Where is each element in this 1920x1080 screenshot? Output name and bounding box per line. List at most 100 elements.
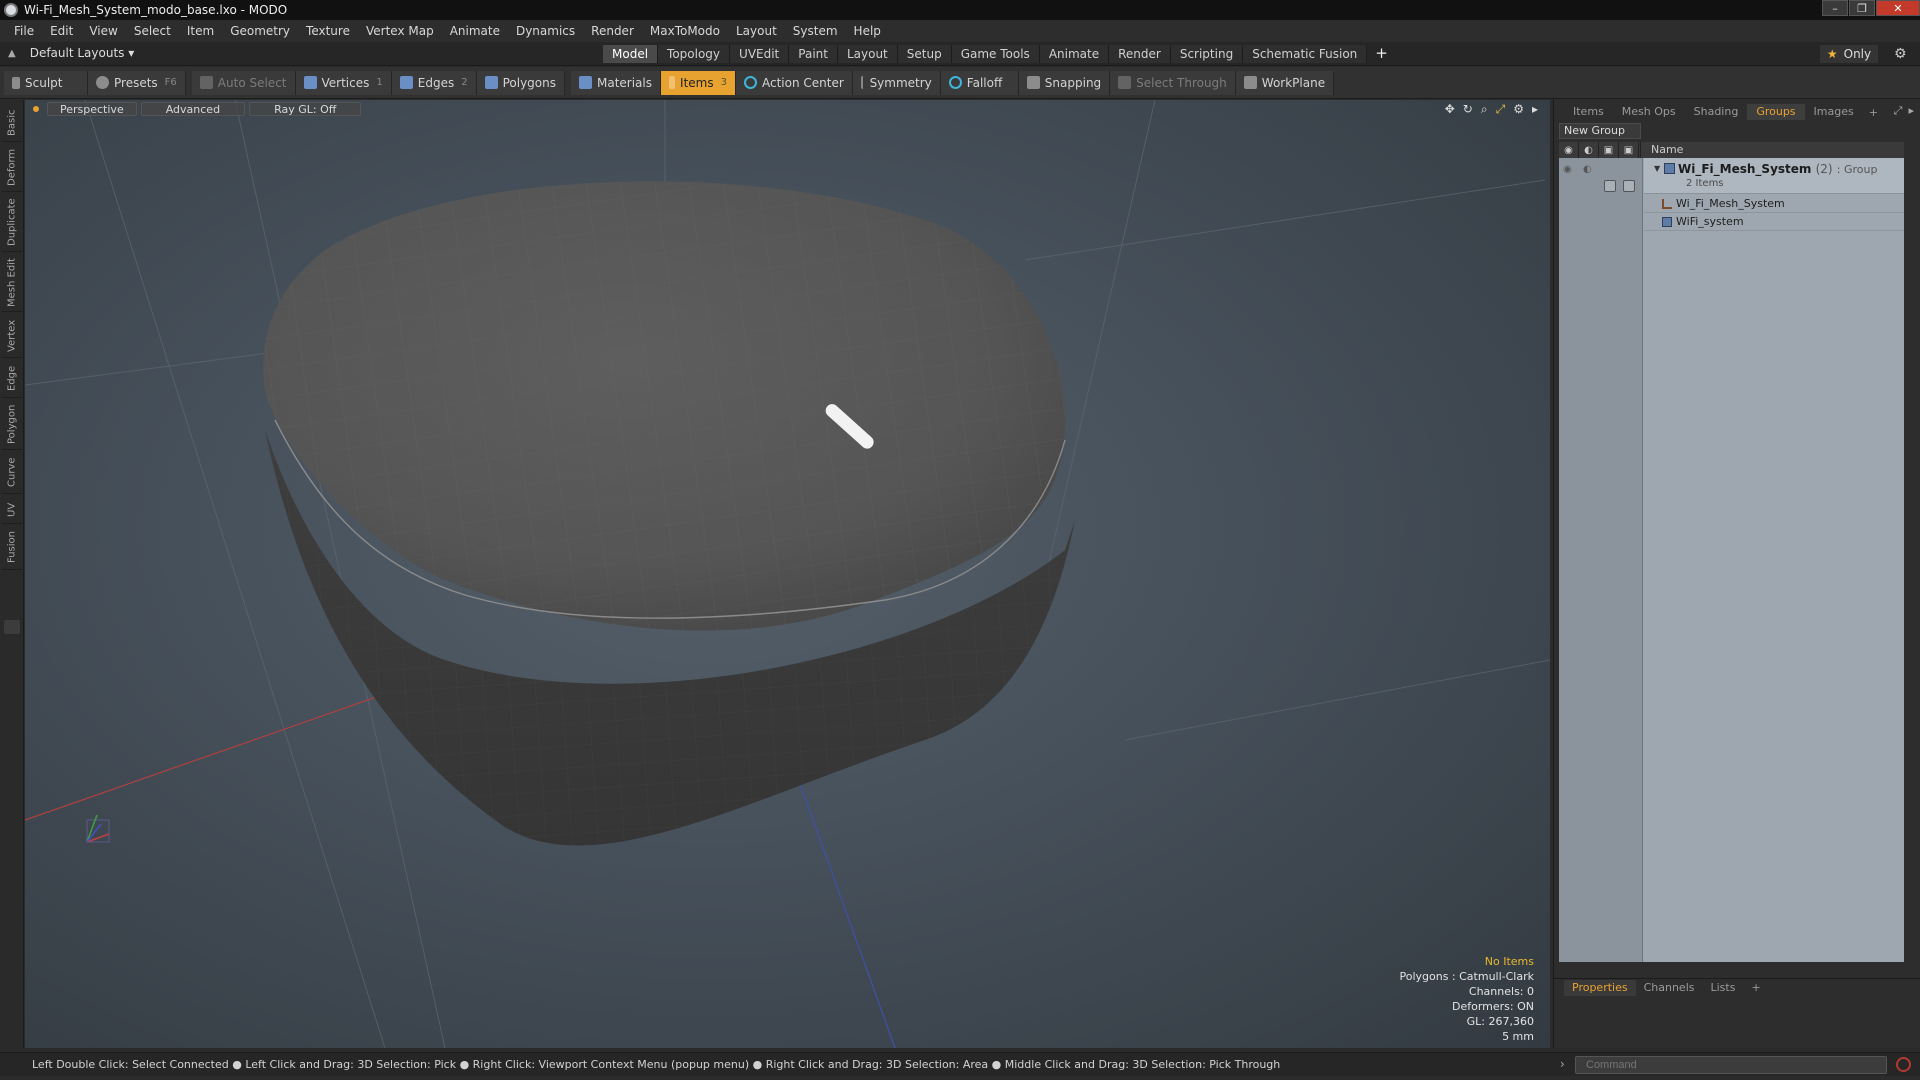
- maximize-button[interactable]: ❐: [1849, 0, 1875, 16]
- polygons-button[interactable]: Polygons: [476, 70, 565, 95]
- vtab-uv[interactable]: UV: [2, 496, 22, 524]
- menu-layout[interactable]: Layout: [728, 24, 785, 38]
- tab-items[interactable]: Items: [1564, 104, 1613, 120]
- tab-game-tools[interactable]: Game Tools: [951, 45, 1040, 63]
- menu-select[interactable]: Select: [126, 24, 179, 38]
- new-group-button[interactable]: New Group: [1559, 123, 1641, 139]
- name-column-header[interactable]: Name: [1640, 142, 1683, 158]
- gl-info: GL: 267,360: [1466, 1015, 1534, 1028]
- stop-command-icon[interactable]: [1896, 1057, 1911, 1072]
- tab-lists[interactable]: Lists: [1703, 980, 1744, 996]
- eye-column-icon[interactable]: ◉: [1559, 142, 1579, 158]
- viewport-expand-icon[interactable]: ▸: [1532, 102, 1538, 117]
- menu-help[interactable]: Help: [846, 24, 889, 38]
- select-through-button[interactable]: Select Through: [1110, 70, 1236, 95]
- render-toggle-icon[interactable]: ◐: [1583, 164, 1592, 175]
- group-row[interactable]: ▼ Wi_Fi_Mesh_System (2) : Group 2 Items: [1644, 158, 1904, 194]
- only-button[interactable]: ★ Only: [1820, 45, 1878, 63]
- tab-setup[interactable]: Setup: [897, 45, 952, 63]
- tab-groups[interactable]: Groups: [1747, 104, 1805, 120]
- vtab-polygon[interactable]: Polygon: [2, 400, 22, 450]
- auto-select-button[interactable]: Auto Select: [191, 70, 296, 95]
- tab-scripting[interactable]: Scripting: [1170, 45, 1244, 63]
- close-button[interactable]: ✕: [1876, 0, 1920, 16]
- tab-topology[interactable]: Topology: [658, 45, 731, 63]
- viewport-menu-dot-icon[interactable]: [33, 106, 39, 112]
- vtab-mesh-edit[interactable]: Mesh Edit: [2, 254, 22, 312]
- command-arrow-icon[interactable]: ›: [1560, 1057, 1565, 1071]
- zoom-view-icon[interactable]: ⌕: [1481, 102, 1488, 117]
- command-input[interactable]: [1575, 1056, 1887, 1074]
- viewport-settings-icon[interactable]: ⚙: [1513, 102, 1524, 117]
- strip-toggle-button[interactable]: [4, 620, 20, 634]
- menu-dynamics[interactable]: Dynamics: [508, 24, 583, 38]
- gear-icon[interactable]: ⚙: [1894, 46, 1907, 62]
- layout-up-icon[interactable]: ▲: [8, 48, 16, 59]
- menu-view[interactable]: View: [81, 24, 125, 38]
- vtab-fusion[interactable]: Fusion: [2, 526, 22, 570]
- vtab-curve[interactable]: Curve: [2, 452, 22, 494]
- raygl-dropdown[interactable]: Ray GL: Off: [249, 102, 362, 116]
- action-center-button[interactable]: Action Center: [736, 70, 853, 95]
- workplane-button[interactable]: WorkPlane: [1235, 70, 1335, 95]
- menu-system[interactable]: System: [785, 24, 846, 38]
- tab-images[interactable]: Images: [1805, 104, 1863, 120]
- menu-file[interactable]: File: [6, 24, 42, 38]
- symmetry-button[interactable]: Symmetry: [852, 70, 941, 95]
- panel-menu-icon[interactable]: ▸: [1908, 104, 1914, 118]
- tab-animate[interactable]: Animate: [1039, 45, 1110, 63]
- menu-vertex-map[interactable]: Vertex Map: [358, 24, 442, 38]
- expand-panel-icon[interactable]: ⤢: [1894, 104, 1903, 118]
- vtab-basic[interactable]: Basic: [2, 104, 22, 142]
- tab-shading[interactable]: Shading: [1685, 104, 1748, 120]
- layout-selector[interactable]: ▲ Default Layouts ▾: [8, 46, 134, 60]
- select-column-icon[interactable]: ▣: [1619, 142, 1639, 158]
- vertices-button[interactable]: Vertices 1: [295, 70, 392, 95]
- list-item[interactable]: WiFi_system: [1644, 213, 1904, 231]
- tab-render[interactable]: Render: [1109, 45, 1171, 63]
- tab-properties[interactable]: Properties: [1564, 979, 1636, 996]
- rotate-view-icon[interactable]: ↻: [1463, 102, 1473, 117]
- add-panel-tab-icon[interactable]: +: [1863, 106, 1884, 119]
- tab-channels[interactable]: Channels: [1636, 980, 1703, 996]
- falloff-button[interactable]: Falloff: [940, 70, 1019, 95]
- menu-maxtomodo[interactable]: MaxToModo: [642, 24, 728, 38]
- vtab-vertex[interactable]: Vertex: [2, 314, 22, 358]
- menu-texture[interactable]: Texture: [298, 24, 358, 38]
- visibility-eye-icon[interactable]: ◉: [1563, 164, 1572, 175]
- tab-mesh-ops[interactable]: Mesh Ops: [1613, 104, 1685, 120]
- 3d-viewport[interactable]: Perspective Advanced Ray GL: Off ✥ ↻ ⌕ ⤢…: [25, 100, 1550, 1048]
- vtab-duplicate[interactable]: Duplicate: [2, 194, 22, 252]
- menu-render[interactable]: Render: [583, 24, 642, 38]
- list-item[interactable]: Wi_Fi_Mesh_System: [1644, 195, 1904, 213]
- sculpt-button[interactable]: Sculpt: [4, 70, 88, 95]
- vtab-edge[interactable]: Edge: [2, 360, 22, 398]
- snapping-button[interactable]: Snapping: [1018, 70, 1111, 95]
- minimize-button[interactable]: –: [1822, 0, 1848, 16]
- tab-layout[interactable]: Layout: [837, 45, 898, 63]
- menu-geometry[interactable]: Geometry: [222, 24, 298, 38]
- menu-edit[interactable]: Edit: [42, 24, 81, 38]
- view-perspective-dropdown[interactable]: Perspective: [47, 102, 137, 116]
- select-checkbox[interactable]: [1623, 180, 1635, 192]
- tab-schematic-fusion[interactable]: Schematic Fusion: [1243, 45, 1368, 63]
- vtab-deform[interactable]: Deform: [2, 144, 22, 192]
- render-column-icon[interactable]: ◐: [1579, 142, 1599, 158]
- add-props-tab-icon[interactable]: +: [1743, 980, 1768, 996]
- menu-item[interactable]: Item: [179, 24, 222, 38]
- tab-uvedit[interactable]: UVEdit: [730, 45, 790, 63]
- lock-column-icon[interactable]: ▣: [1599, 142, 1619, 158]
- move-view-icon[interactable]: ✥: [1445, 102, 1455, 117]
- edges-button[interactable]: Edges 2: [391, 70, 477, 95]
- materials-button[interactable]: Materials: [570, 70, 661, 95]
- shading-advanced-dropdown[interactable]: Advanced: [140, 102, 246, 116]
- collapse-triangle-icon[interactable]: ▼: [1654, 164, 1660, 173]
- lock-checkbox[interactable]: [1604, 180, 1616, 192]
- tab-model[interactable]: Model: [603, 45, 659, 63]
- menu-animate[interactable]: Animate: [442, 24, 508, 38]
- presets-button[interactable]: Presets F6: [88, 70, 186, 95]
- items-button[interactable]: Items 3: [661, 70, 736, 95]
- add-tab-icon[interactable]: +: [1367, 45, 1396, 63]
- tab-paint[interactable]: Paint: [789, 45, 838, 63]
- fit-view-icon[interactable]: ⤢: [1496, 102, 1506, 117]
